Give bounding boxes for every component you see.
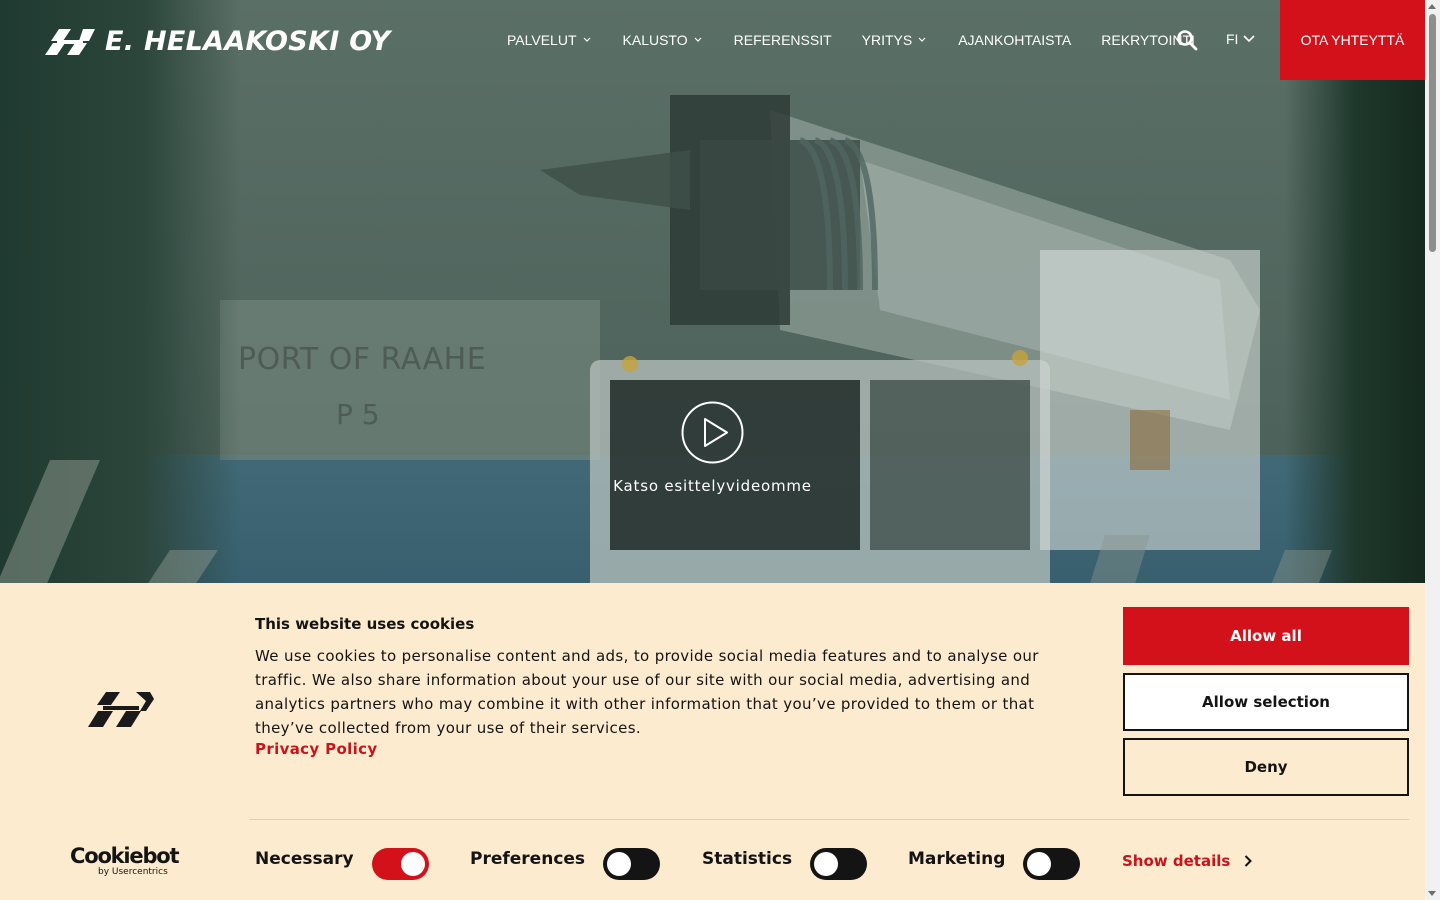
language-label: FI: [1226, 31, 1239, 47]
play-video-button[interactable]: [681, 401, 744, 464]
cookie-title: This website uses cookies: [255, 615, 475, 633]
helaakoski-logo-icon: [88, 692, 154, 727]
consent-statistics: Statistics: [702, 841, 868, 880]
logo-text: E. HELAAKOSKI OY: [105, 26, 391, 57]
consent-necessary: Necessary: [255, 841, 429, 880]
statistics-toggle[interactable]: [810, 848, 868, 880]
nav-item-label: KALUSTO: [622, 32, 688, 48]
allow-selection-button[interactable]: Allow selection: [1123, 673, 1409, 731]
preferences-toggle[interactable]: [603, 848, 661, 880]
helaakoski-logo-icon: [45, 28, 95, 55]
cookiebot-logo[interactable]: Cookiebot by Usercentrics: [70, 844, 180, 877]
chevron-down-icon: [1243, 35, 1256, 43]
crane-truck-image: [0, 95, 1332, 600]
search-icon: [1177, 30, 1198, 51]
consent-label: Preferences: [470, 849, 586, 869]
scroll-down-icon[interactable]: [1428, 891, 1436, 896]
nav-item-palvelut[interactable]: PALVELUT: [507, 31, 593, 49]
contact-button[interactable]: OTA YHTEYTTÄ: [1280, 0, 1425, 80]
cookie-consent-banner: Cookiebot by Usercentrics This website u…: [0, 583, 1425, 900]
nav-item-label: PALVELUT: [507, 32, 577, 48]
cookiebot-brand-sub: by Usercentrics: [98, 867, 168, 877]
nav-item-referenssit[interactable]: REFERENSSIT: [734, 31, 832, 49]
show-details-label: Show details: [1122, 852, 1231, 870]
toggle-knob: [1027, 852, 1052, 876]
toggle-knob: [814, 852, 839, 876]
chevron-down-icon: [694, 35, 704, 45]
scrollbar-thumb[interactable]: [1429, 14, 1436, 252]
chevron-right-icon: [1245, 855, 1253, 867]
deny-button[interactable]: Deny: [1123, 738, 1409, 796]
chevron-down-icon: [918, 35, 928, 45]
chevron-down-icon: [583, 35, 593, 45]
nav-item-label: REFERENSSIT: [733, 32, 832, 48]
privacy-policy-link[interactable]: Privacy Policy: [255, 740, 377, 758]
cookie-description: We use cookies to personalise content an…: [255, 647, 1039, 737]
play-icon: [681, 401, 744, 464]
marketing-toggle[interactable]: [1023, 848, 1081, 880]
site-logo[interactable]: E. HELAAKOSKI OY: [45, 26, 390, 57]
necessary-toggle[interactable]: [371, 848, 429, 880]
consent-label: Marketing: [908, 849, 1006, 869]
scroll-up-icon[interactable]: [1428, 4, 1436, 9]
allow-all-button[interactable]: Allow all: [1123, 607, 1409, 665]
search-button[interactable]: [1176, 29, 1198, 51]
toggle-knob: [400, 852, 425, 876]
main-nav: PALVELUT KALUSTO REFERENSSIT YRITYS AJAN…: [507, 31, 1225, 49]
language-selector[interactable]: FI: [1226, 31, 1256, 47]
play-video-label: Katso esittelyvideomme: [613, 477, 812, 495]
consent-label: Necessary: [255, 849, 354, 869]
divider: [249, 819, 1409, 820]
nav-item-label: YRITYS: [861, 32, 913, 48]
page-scrollbar[interactable]: [1425, 0, 1440, 900]
toggle-knob: [607, 852, 632, 876]
nav-item-label: AJANKOHTAISTA: [958, 32, 1072, 48]
site-header: E. HELAAKOSKI OY PALVELUT KALUSTO REFERE…: [0, 0, 1425, 80]
consent-label: Statistics: [702, 849, 793, 869]
nav-item-yritys[interactable]: YRITYS: [862, 31, 929, 49]
consent-marketing: Marketing: [908, 841, 1081, 880]
nav-item-kalusto[interactable]: KALUSTO: [623, 31, 704, 49]
cookiebot-brand-name: Cookiebot: [70, 844, 180, 868]
show-details-link[interactable]: Show details: [1122, 852, 1253, 870]
consent-preferences: Preferences: [470, 841, 661, 880]
nav-item-ajankohtaista[interactable]: AJANKOHTAISTA: [958, 31, 1071, 49]
